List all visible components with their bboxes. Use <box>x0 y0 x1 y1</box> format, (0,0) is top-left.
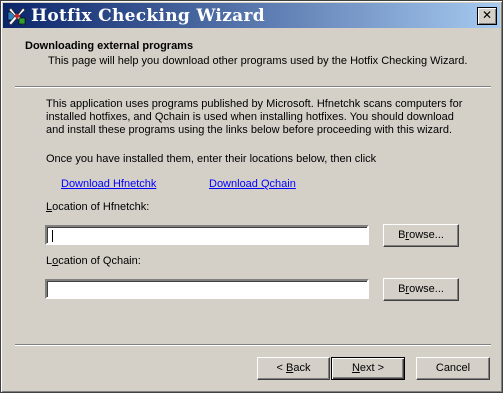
close-icon: ✕ <box>481 8 493 22</box>
wizard-header: Downloading external programs This page … <box>3 28 500 86</box>
instruction-text: Once you have installed them, enter thei… <box>46 153 377 165</box>
intro-line-3: and install these programs using the lin… <box>46 124 452 136</box>
text-caret <box>52 230 53 242</box>
browse-qchain-button[interactable]: Browse... <box>383 278 459 301</box>
hfnetchk-location-input[interactable] <box>45 225 369 245</box>
title-bar[interactable]: Hotfix Checking Wizard ✕ <box>3 3 500 28</box>
intro-line-2: installed hotfixes, and Qchain is used w… <box>46 111 454 123</box>
intro-paragraph: This application uses programs published… <box>46 98 476 137</box>
page-title: Downloading external programs <box>25 40 194 52</box>
download-hfnetchk-link[interactable]: Download Hfnetchk <box>61 178 156 190</box>
back-button[interactable]: < Back <box>257 357 330 380</box>
qchain-location-input[interactable] <box>45 279 369 299</box>
browse-hfnetchk-button[interactable]: Browse... <box>383 224 459 247</box>
close-button[interactable]: ✕ <box>477 7 497 25</box>
next-button[interactable]: Next > <box>331 357 405 380</box>
qchain-location-label: Location of Qchain: <box>46 255 141 267</box>
hfnetchk-location-label: Location of Hfnetchk: <box>46 201 150 213</box>
download-qchain-link[interactable]: Download Qchain <box>209 178 296 190</box>
hotfix-wizard-icon <box>7 7 26 26</box>
footer-separator <box>15 344 491 346</box>
page-description: This page will help you download other p… <box>48 55 468 67</box>
intro-line-1: This application uses programs published… <box>46 98 463 110</box>
wizard-window: Hotfix Checking Wizard ✕ Downloading ext… <box>0 0 503 393</box>
header-separator <box>15 86 491 88</box>
window-title: Hotfix Checking Wizard <box>31 6 265 26</box>
cancel-button[interactable]: Cancel <box>416 357 490 380</box>
